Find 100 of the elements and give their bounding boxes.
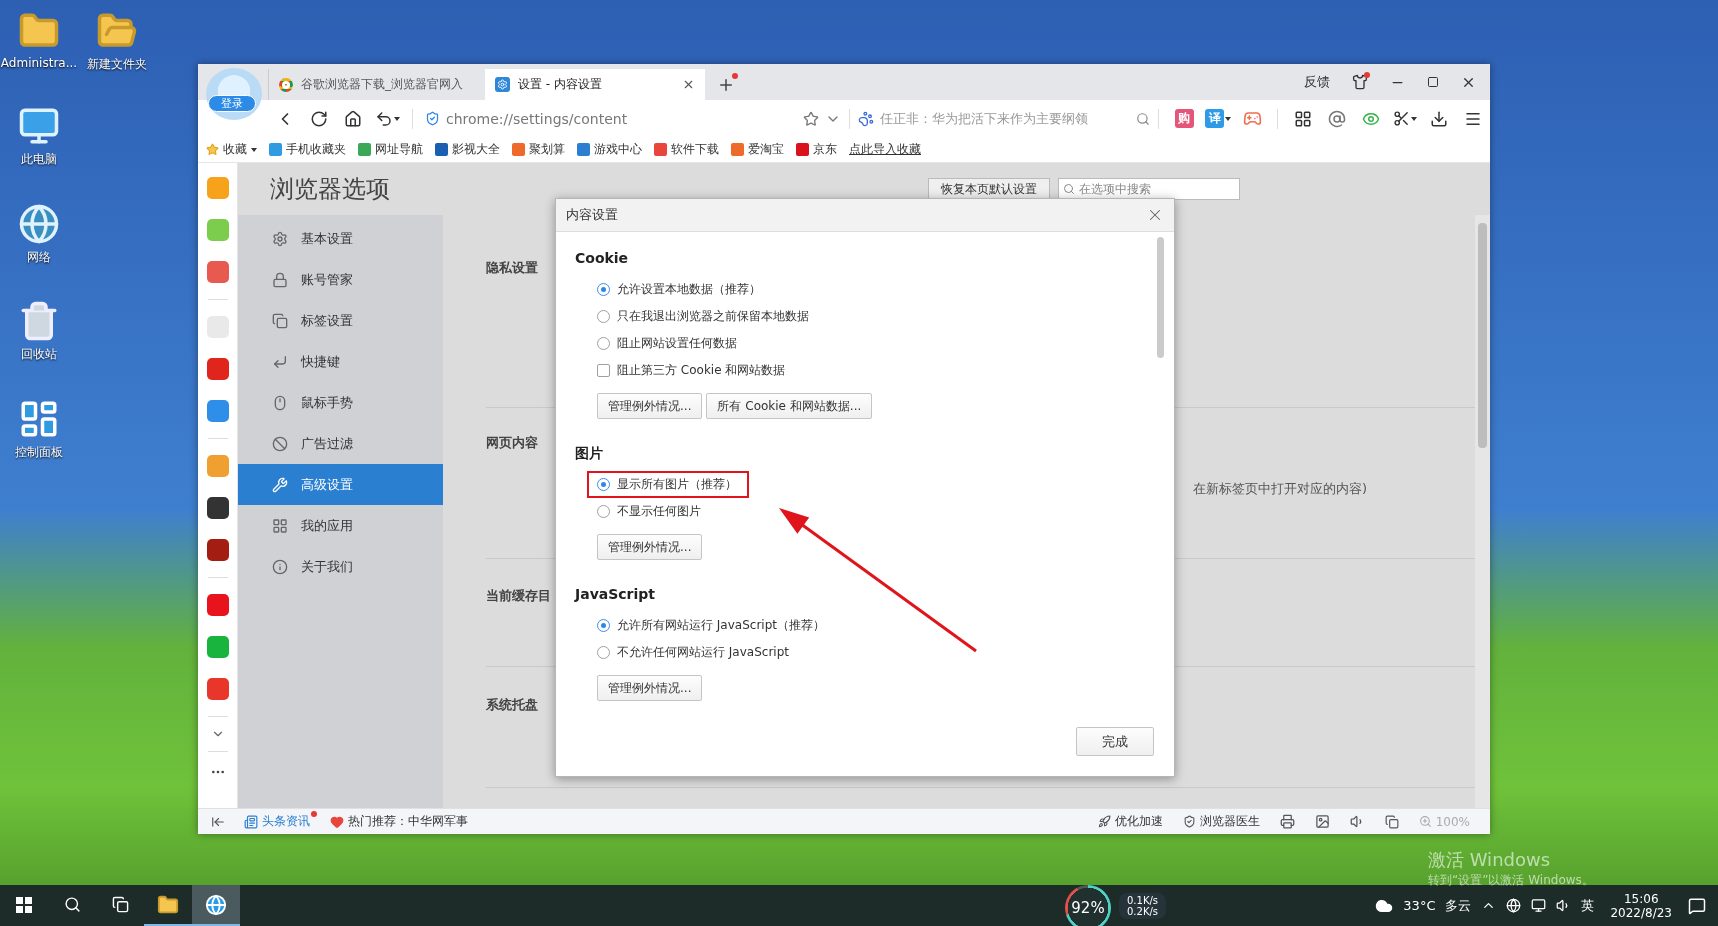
tabs-icon xyxy=(272,312,288,329)
option-label[interactable]: 只在我退出浏览器之前保留本地数据 xyxy=(617,308,809,325)
dialog-button[interactable]: 管理例外情况... xyxy=(597,675,703,701)
settings-nav-item[interactable]: 基本设置 xyxy=(238,218,443,259)
option-label[interactable]: 不允许任何网站运行 JavaScript xyxy=(617,644,789,661)
dialog-button[interactable]: 管理例外情况... xyxy=(597,393,703,419)
caret-icon[interactable] xyxy=(393,116,400,121)
option-label[interactable]: 阻止网站设置任何数据 xyxy=(617,335,737,352)
shopping-badge[interactable]: 购 xyxy=(1174,109,1194,128)
reset-defaults-button[interactable]: 恢复本页默认设置 xyxy=(928,178,1050,200)
settings-icon xyxy=(495,77,510,92)
option-label[interactable]: 显示所有图片（推荐） xyxy=(617,476,737,493)
download-icon[interactable] xyxy=(1430,109,1448,128)
undo-icon[interactable] xyxy=(374,109,393,128)
bookmark-link[interactable]: 网址导航 xyxy=(358,141,423,158)
image-icon[interactable] xyxy=(1314,814,1330,829)
app-icon[interactable] xyxy=(206,497,229,519)
radio-button[interactable] xyxy=(597,646,610,659)
settings-nav-item[interactable]: 账号管家 xyxy=(238,259,443,300)
desktop-icon-label[interactable]: 此电脑 xyxy=(21,151,57,168)
bookmark-link[interactable]: 手机收藏夹 xyxy=(269,141,346,158)
bookmark-link[interactable]: 聚划算 xyxy=(512,141,565,158)
network-icon[interactable] xyxy=(1531,898,1547,913)
radio-button[interactable] xyxy=(597,619,610,632)
reload-icon[interactable] xyxy=(310,109,328,128)
weather-text[interactable]: 多云 xyxy=(1445,896,1472,915)
notification-dot xyxy=(732,73,738,79)
clock[interactable]: 15:06 2022/8/23 xyxy=(1610,891,1672,920)
section-heading: 网页内容 xyxy=(486,434,538,452)
scrollbar-thumb[interactable] xyxy=(1157,237,1164,358)
radio-button[interactable] xyxy=(597,505,610,518)
hot-news-link[interactable]: 热门推荐：中华网军事 xyxy=(348,813,468,830)
settings-nav-item[interactable]: 关于我们 xyxy=(238,546,443,587)
options-search-field[interactable]: 在选项中搜索 xyxy=(1058,178,1240,200)
notification-icon[interactable] xyxy=(1688,896,1706,915)
folder-icon xyxy=(157,893,179,916)
shirt-icon[interactable] xyxy=(1352,74,1368,90)
new-tab-icon[interactable] xyxy=(717,76,735,94)
browser-tab[interactable]: 设置 - 内容设置 xyxy=(485,69,705,100)
input-method[interactable]: 英 xyxy=(1581,896,1595,915)
settings-nav-item[interactable]: 广告过滤 xyxy=(238,423,443,464)
speedup-link[interactable]: 优化加速 xyxy=(1114,813,1163,830)
scissors-icon[interactable] xyxy=(1393,110,1410,127)
bookmark-link[interactable]: 软件下载 xyxy=(654,141,719,158)
temperature[interactable]: 33°C xyxy=(1403,898,1436,913)
app-icon[interactable] xyxy=(206,539,229,561)
desktop-icon-label[interactable]: 控制面板 xyxy=(15,444,63,461)
radio-button[interactable] xyxy=(597,283,610,296)
home-icon[interactable] xyxy=(344,109,362,128)
window-icon[interactable] xyxy=(1384,814,1399,829)
desktop-icon-label[interactable]: 新建文件夹 xyxy=(87,56,147,73)
radio-button[interactable] xyxy=(597,478,610,491)
maximize-icon[interactable] xyxy=(1427,76,1439,88)
shield-icon xyxy=(425,111,440,126)
scrollbar-thumb[interactable] xyxy=(1478,223,1487,448)
settings-nav-item[interactable]: 我的应用 xyxy=(238,505,443,546)
bookmark-link[interactable]: 收藏 xyxy=(206,141,257,158)
desktop-icon-label[interactable]: 回收站 xyxy=(21,346,57,363)
windows-logo-icon[interactable] xyxy=(16,896,32,913)
star-icon[interactable] xyxy=(803,110,819,127)
desktop-icon-label[interactable]: Administra... xyxy=(0,56,78,70)
login-button[interactable]: 登录 xyxy=(208,95,256,112)
dialog-button[interactable]: 所有 Cookie 和网站数据... xyxy=(706,393,873,419)
search-icon[interactable] xyxy=(63,896,81,913)
option-label[interactable]: 允许所有网站运行 JavaScript（推荐） xyxy=(617,617,825,634)
settings-nav-item[interactable]: 标签设置 xyxy=(238,300,443,341)
bookmark-link[interactable]: 爱淘宝 xyxy=(731,141,784,158)
option-label[interactable]: 不显示任何图片 xyxy=(617,503,701,520)
collapse-icon[interactable] xyxy=(211,814,225,829)
settings-nav-item[interactable]: 鼠标手势 xyxy=(238,382,443,423)
caret-icon[interactable] xyxy=(1225,116,1231,121)
task-view-icon[interactable] xyxy=(111,896,129,913)
desktop-icon-label[interactable]: 网络 xyxy=(27,249,51,266)
browser-doctor-link[interactable]: 浏览器医生 xyxy=(1199,813,1260,830)
done-button[interactable]: 完成 xyxy=(1076,727,1154,756)
address-bar[interactable]: chrome://settings/content xyxy=(421,110,841,127)
caret-icon[interactable] xyxy=(1411,116,1417,121)
bookmark-link[interactable]: 游戏中心 xyxy=(577,141,642,158)
dialog-button[interactable]: 管理例外情况... xyxy=(597,534,703,560)
bookmark-icon xyxy=(731,143,744,156)
settings-nav-item[interactable]: 高级设置 xyxy=(238,464,443,505)
feedback-link[interactable]: 反馈 xyxy=(1304,73,1330,91)
news-link[interactable]: 头条资讯 xyxy=(262,813,310,830)
lock-icon xyxy=(272,271,288,288)
import-bookmarks-link[interactable]: 点此导入收藏 xyxy=(849,141,921,158)
option-label[interactable]: 允许设置本地数据（推荐） xyxy=(617,281,761,298)
checkbox[interactable] xyxy=(597,364,610,377)
printer-icon[interactable] xyxy=(1279,814,1295,829)
close-icon[interactable] xyxy=(682,78,695,91)
grid-icon[interactable] xyxy=(1294,109,1312,128)
option-label[interactable]: 阻止第三方 Cookie 和网站数据 xyxy=(617,362,786,379)
settings-nav-item[interactable]: 快捷键 xyxy=(238,341,443,382)
bookmark-icon xyxy=(358,143,371,156)
radio-button[interactable] xyxy=(597,337,610,350)
radio-button[interactable] xyxy=(597,310,610,323)
gamepad-icon[interactable] xyxy=(1242,109,1262,128)
bookmark-link[interactable]: 京东 xyxy=(796,141,837,158)
bookmark-link[interactable]: 影视大全 xyxy=(435,141,500,158)
mouse-icon xyxy=(272,394,288,411)
taskbar-app[interactable] xyxy=(192,885,240,926)
